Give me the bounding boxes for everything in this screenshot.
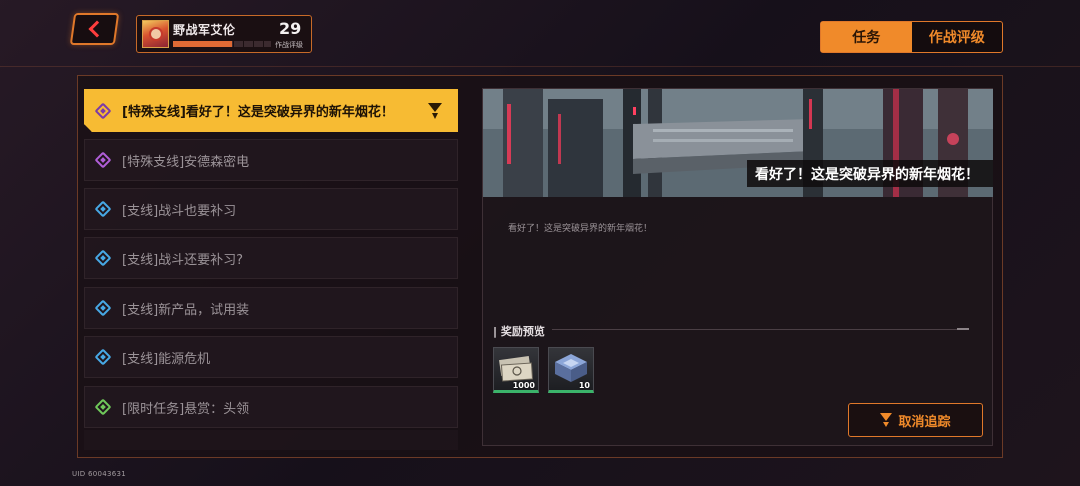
blue-diamond-icon: [94, 249, 112, 267]
avatar: [142, 20, 169, 48]
quest-item[interactable]: [支线]能源危机: [84, 336, 458, 378]
blue-diamond-icon: [94, 299, 112, 317]
player-card[interactable]: 野战军艾伦 29 作战评级: [136, 15, 312, 53]
quest-banner-image: 看好了！这是突破异界的新年烟花！: [483, 89, 993, 197]
quest-label: [支线]新产品，试用装: [122, 302, 250, 318]
reward-count: 1000: [512, 381, 535, 390]
reward-divider: [552, 329, 957, 330]
reward-preview-header: | 奖励预览: [493, 325, 545, 338]
purple-diamond-icon: [94, 151, 112, 169]
quest-label: [特殊支线]安德森密电: [122, 154, 250, 170]
reward-divider-end: [957, 328, 969, 330]
quest-item[interactable]: [支线]新产品，试用装: [84, 287, 458, 329]
tab-combat-rating[interactable]: 作战评级: [912, 22, 1003, 52]
purple-diamond-icon: [94, 102, 112, 120]
tab-group: 任务 作战评级: [820, 21, 1003, 53]
back-button[interactable]: [69, 13, 120, 45]
uid-label: UID 60043631: [72, 470, 127, 478]
divider: [0, 66, 1080, 67]
track-marker-icon: [427, 101, 443, 121]
reward-count: 10: [578, 381, 590, 390]
quest-item[interactable]: [限时任务]悬赏：头领: [84, 386, 458, 428]
player-level: 29: [279, 19, 302, 38]
quest-item[interactable]: [特殊支线]安德森密电: [84, 139, 458, 181]
reward-item[interactable]: 1000: [493, 347, 539, 393]
blue-diamond-icon: [94, 200, 112, 218]
tab-missions[interactable]: 任务: [821, 22, 912, 52]
rank-progress-bar: [173, 41, 271, 47]
reward-item[interactable]: 10: [548, 347, 594, 393]
untrack-label: 取消追踪: [898, 414, 951, 430]
banner-title: 看好了！这是突破异界的新年烟花！: [747, 160, 993, 187]
quest-label: [限时任务]悬赏：头领: [122, 401, 250, 417]
rank-label: 作战评级: [275, 41, 303, 49]
track-marker-icon: [880, 413, 893, 427]
quest-label: [特殊支线]看好了！这是突破异界的新年烟花！: [122, 105, 394, 120]
quest-item-active[interactable]: [特殊支线]看好了！这是突破异界的新年烟花！: [84, 89, 458, 132]
blue-diamond-icon: [94, 348, 112, 366]
quest-label: [支线]战斗也要补习: [122, 203, 237, 219]
quest-item[interactable]: [支线]战斗也要补习: [84, 188, 458, 230]
quest-description: 看好了！这是突破异界的新年烟花！: [508, 224, 653, 234]
untrack-button[interactable]: 取消追踪: [848, 403, 983, 437]
quest-item[interactable]: [支线]战斗还要补习?: [84, 237, 458, 279]
green-diamond-icon: [94, 398, 112, 416]
quest-label: [支线]战斗还要补习?: [122, 252, 244, 268]
quest-list-overflow: [84, 430, 458, 450]
chevron-left-icon: [88, 20, 105, 38]
player-name: 野战军艾伦: [173, 23, 236, 37]
quest-label: [支线]能源危机: [122, 351, 211, 367]
